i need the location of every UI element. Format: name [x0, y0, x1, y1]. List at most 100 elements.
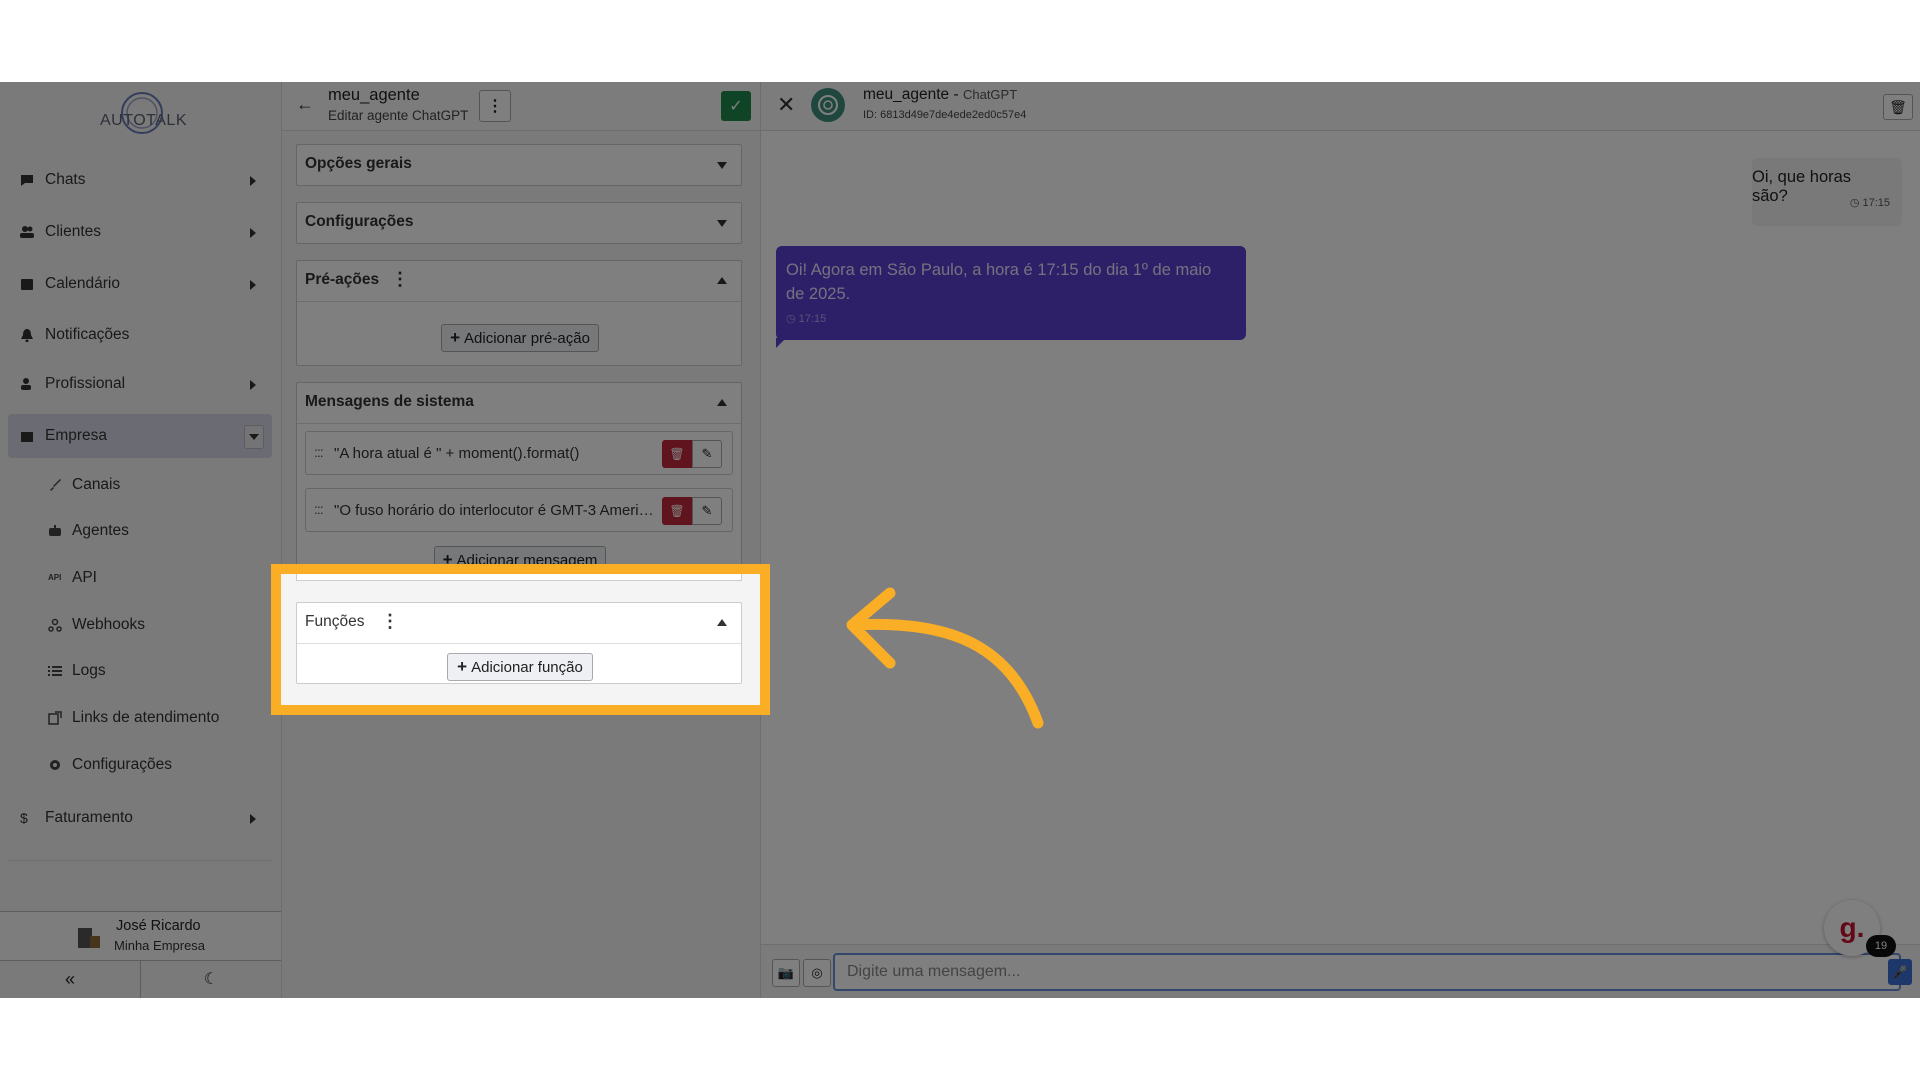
sidebar-item-chats[interactable]: Chats [8, 158, 272, 202]
sidebar-item-notificacoes[interactable]: Notificações [8, 313, 272, 357]
agent-model: ChatGPT [962, 87, 1018, 102]
sidebar-item-label: Chats [45, 171, 86, 188]
agent-id: ID: 6813d49e7de4ede2ed0c57e4 [863, 109, 1027, 121]
chevron-up-icon[interactable] [717, 399, 727, 406]
message-input[interactable] [833, 953, 1901, 991]
attach-button[interactable]: ◎ [803, 959, 831, 987]
sidebar-item-clientes[interactable]: Clientes [8, 210, 272, 254]
webhook-icon [48, 618, 62, 632]
section-general-options[interactable]: Opções gerais [296, 144, 742, 186]
user-profile[interactable]: José Ricardo Minha Empresa [0, 911, 281, 961]
logo: AUTOTALK [98, 90, 186, 140]
user-message-bubble: Oi, que horas são? ◷ 17:15 [1752, 158, 1902, 226]
button-label: Adicionar pré-ação [464, 329, 590, 347]
app-window: AUTOTALK Chats Clientes Calendário Notif… [0, 82, 1920, 998]
page-title: meu_agente [328, 86, 420, 104]
sidebar-subitem-label: Webhooks [72, 616, 145, 633]
theme-toggle-button[interactable]: ☾ [141, 960, 281, 998]
external-link-icon [48, 711, 62, 725]
moon-icon: ☾ [203, 971, 219, 988]
page-subtitle: Editar agente ChatGPT [328, 108, 469, 123]
user-name: José Ricardo [116, 918, 201, 934]
caret-right-icon [250, 228, 256, 238]
sidebar-item-label: Profissional [45, 375, 126, 392]
calendar-icon [20, 277, 34, 291]
microphone-button[interactable]: 🎤 [1888, 959, 1912, 985]
time-text: 17:15 [1862, 197, 1890, 209]
sidebar-item-label: Calendário [45, 275, 120, 292]
agent-name-text: meu_agente [863, 86, 950, 103]
trash-icon: 🗑 [669, 447, 685, 461]
caret-right-icon [250, 280, 256, 290]
system-message-row[interactable]: ::: "O fuso horário do interlocutor é GM… [305, 488, 733, 532]
caret-right-icon [250, 380, 256, 390]
robot-icon [48, 524, 62, 538]
section-title: Opções gerais [305, 155, 412, 172]
sidebar-subitem-api[interactable]: API API [48, 563, 97, 593]
drag-handle-icon[interactable]: ::: [314, 444, 324, 460]
section-title: Pré-ações [305, 271, 380, 288]
curved-arrow-icon [846, 587, 1044, 729]
check-icon: ✓ [729, 98, 743, 115]
camera-button[interactable]: 📷 [772, 959, 800, 987]
delete-message-button[interactable]: 🗑 [662, 497, 692, 525]
back-arrow-icon[interactable]: ← [296, 94, 314, 115]
system-message-row[interactable]: ::: "A hora atual é " + moment().format(… [305, 431, 733, 475]
rocket-icon [48, 478, 62, 492]
bell-icon [20, 328, 34, 343]
highlight-frame [271, 564, 770, 715]
list-icon [48, 664, 62, 678]
sidebar-item-empresa[interactable]: Empresa [8, 414, 272, 458]
message-time: ◷ 17:15 [786, 313, 827, 325]
caret-right-icon [250, 814, 256, 824]
sidebar-subitem-configuracoes[interactable]: Configurações [48, 750, 172, 780]
kebab-menu-icon[interactable]: ⋮ [391, 269, 409, 290]
users-icon [20, 225, 34, 239]
drag-handle-icon[interactable]: ::: [314, 501, 324, 517]
notification-badge: 19 [1866, 935, 1896, 957]
chevron-down-icon[interactable] [717, 220, 727, 227]
camera-icon: 📷 [777, 965, 795, 980]
edit-message-button[interactable]: ✎ [692, 497, 722, 525]
sidebar-subitem-agentes[interactable]: Agentes [48, 516, 129, 546]
more-options-button[interactable]: ⋮ [479, 90, 511, 122]
chat-icon [20, 173, 34, 187]
sidebar-subitem-links[interactable]: Links de atendimento [48, 703, 219, 733]
plus-icon: + [450, 328, 461, 347]
sidebar-item-label: Clientes [45, 223, 101, 240]
sidebar-divider [8, 860, 272, 861]
save-button[interactable]: ✓ [721, 91, 751, 121]
chevron-down-icon[interactable] [244, 425, 264, 449]
section-title: Configurações [305, 213, 414, 230]
user-company: Minha Empresa [114, 938, 206, 953]
pencil-icon: ✎ [701, 446, 713, 461]
sidebar-item-label: Empresa [45, 427, 108, 444]
paperclip-icon: ◎ [811, 965, 823, 980]
gear-icon [48, 758, 62, 772]
sidebar-item-calendario[interactable]: Calendário [8, 262, 272, 306]
sidebar-item-faturamento[interactable]: $ Faturamento [8, 796, 272, 840]
sidebar-subitem-webhooks[interactable]: Webhooks [48, 610, 145, 640]
chevron-up-icon[interactable] [717, 277, 727, 284]
edit-message-button[interactable]: ✎ [692, 440, 722, 468]
message-time: ◷ 17:15 [1849, 197, 1890, 209]
chevron-down-icon[interactable] [717, 162, 727, 169]
collapse-sidebar-button[interactable]: « [0, 960, 141, 998]
sidebar-item-profissional[interactable]: Profissional [8, 362, 272, 406]
section-settings[interactable]: Configurações [296, 202, 742, 244]
help-logo: g. [1839, 912, 1865, 943]
trash-icon: 🗑 [1889, 98, 1907, 115]
sidebar-item-label: Notificações [45, 326, 130, 343]
sidebar-subitem-label: API [72, 569, 97, 586]
add-preaction-button[interactable]: + Adicionar pré-ação [441, 324, 599, 352]
delete-chat-button[interactable]: 🗑 [1883, 94, 1913, 120]
trash-icon: 🗑 [669, 504, 685, 518]
avatar [76, 926, 102, 950]
close-icon[interactable]: ✕ [777, 92, 795, 118]
delete-message-button[interactable]: 🗑 [662, 440, 692, 468]
sidebar-subitem-canais[interactable]: Canais [48, 470, 120, 500]
building-icon [20, 429, 34, 443]
chat-composer: 📷 ◎ 🎤 [761, 944, 1920, 998]
sidebar-subitem-label: Configurações [72, 756, 172, 773]
sidebar-subitem-logs[interactable]: Logs [48, 656, 106, 686]
